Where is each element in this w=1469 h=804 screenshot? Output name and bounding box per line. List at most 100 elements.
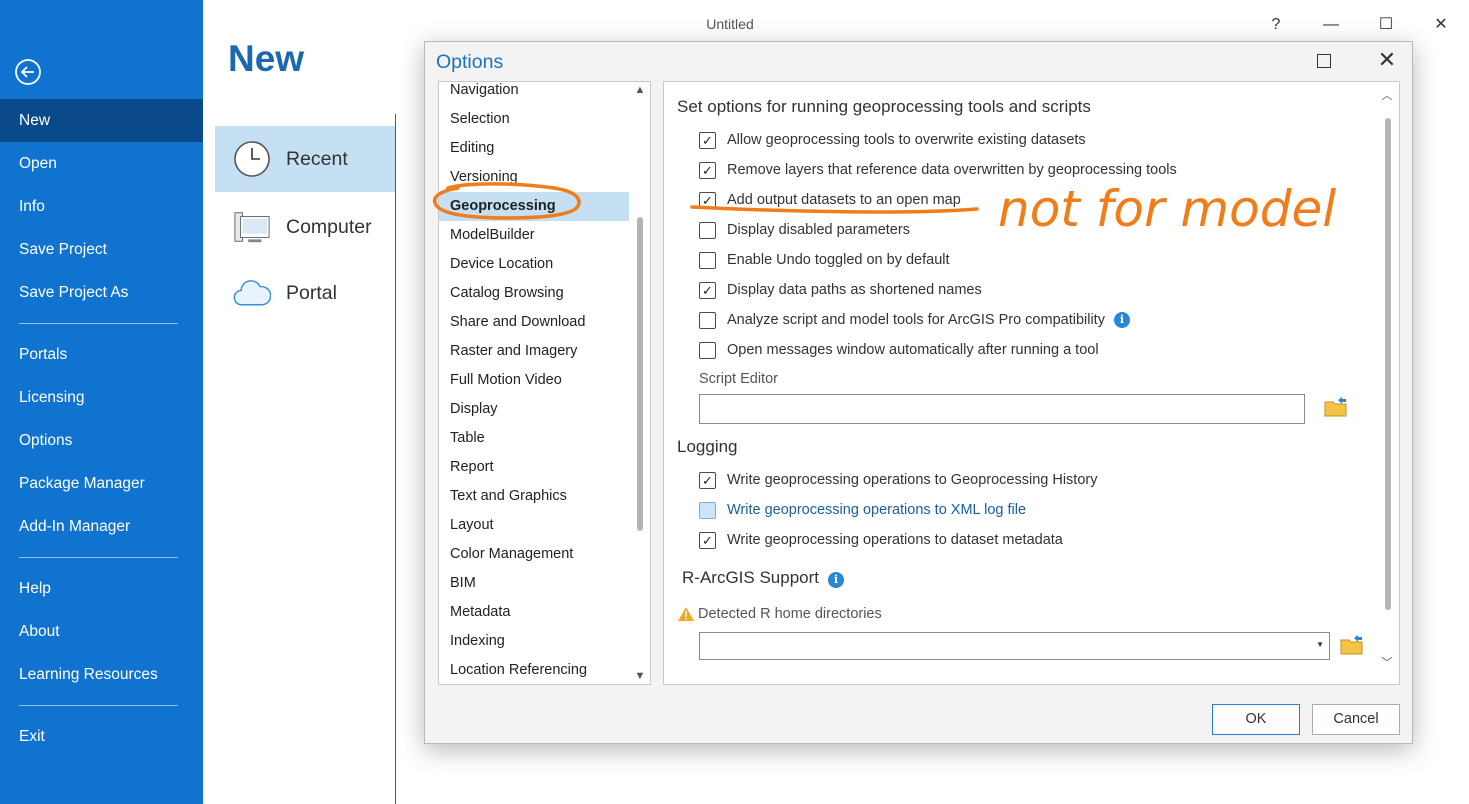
detected-r-row: Detected R home directories bbox=[677, 606, 882, 622]
category-location-referencing[interactable]: Location Referencing bbox=[439, 656, 629, 684]
checkbox[interactable]: ✓ bbox=[699, 531, 716, 549]
minimize-icon[interactable]: — bbox=[1317, 12, 1345, 38]
ok-button[interactable]: OK bbox=[1212, 704, 1300, 735]
category-layout[interactable]: Layout bbox=[439, 511, 629, 540]
sidebar-item-learning-resources[interactable]: Learning Resources bbox=[0, 653, 203, 696]
option-label: Analyze script and model tools for ArcGI… bbox=[727, 312, 1105, 328]
sidebar-item-options[interactable]: Options bbox=[0, 419, 203, 462]
option-row[interactable]: ✓ Display data paths as shortened names bbox=[699, 279, 982, 301]
checkbox[interactable]: ✓ bbox=[699, 131, 716, 149]
maximize-icon[interactable]: ☐ bbox=[1372, 12, 1400, 38]
category-metadata[interactable]: Metadata bbox=[439, 598, 629, 627]
options-dialog: Options ✕ Navigation Selection Editing Vers… bbox=[424, 41, 1413, 744]
category-raster-and-imagery[interactable]: Raster and Imagery bbox=[439, 337, 629, 366]
scroll-up-icon[interactable]: ▲ bbox=[630, 84, 650, 96]
sidebar-item-about[interactable]: About bbox=[0, 610, 203, 653]
checkbox[interactable]: ✓ bbox=[699, 281, 716, 299]
sidebar-item-new[interactable]: New bbox=[0, 99, 203, 142]
new-computer[interactable]: Computer bbox=[215, 194, 395, 260]
checkbox[interactable] bbox=[699, 251, 716, 269]
option-row[interactable]: Enable Undo toggled on by default bbox=[699, 249, 950, 271]
back-arrow-icon[interactable] bbox=[14, 58, 42, 86]
scroll-down-icon[interactable]: ▼ bbox=[630, 670, 650, 682]
checkbox[interactable]: ✓ bbox=[699, 191, 716, 209]
close-icon[interactable]: ✕ bbox=[1427, 12, 1455, 38]
category-editing[interactable]: Editing bbox=[439, 134, 629, 163]
category-share-and-download[interactable]: Share and Download bbox=[439, 308, 629, 337]
option-row[interactable]: ✓ Write geoprocessing operations to Geopr… bbox=[699, 469, 1097, 491]
new-recent-label: Recent bbox=[286, 147, 348, 170]
logging-heading: Logging bbox=[677, 437, 738, 456]
option-row[interactable]: Display disabled parameters bbox=[699, 219, 910, 241]
script-editor-input[interactable] bbox=[699, 394, 1305, 424]
category-text-and-graphics[interactable]: Text and Graphics bbox=[439, 482, 629, 511]
option-row[interactable]: ✓ Allow geoprocessing tools to overwrite … bbox=[699, 129, 1086, 151]
sidebar-divider bbox=[19, 557, 178, 558]
sidebar-item-licensing[interactable]: Licensing bbox=[0, 376, 203, 419]
option-label: Write geoprocessing operations to datase… bbox=[727, 532, 1063, 548]
settings-scrollbar[interactable]: ︿ ﹀ bbox=[1377, 82, 1399, 684]
r-support-heading-text: R-ArcGIS Support bbox=[682, 568, 819, 587]
dialog-title: Options bbox=[436, 51, 504, 73]
dialog-maximize-icon[interactable] bbox=[1317, 54, 1331, 68]
clock-icon bbox=[233, 140, 271, 178]
option-row[interactable]: ✓ Write geoprocessing operations to datas… bbox=[699, 529, 1063, 551]
info-icon[interactable]: i bbox=[828, 572, 844, 588]
option-label: Add output datasets to an open map bbox=[727, 192, 961, 208]
option-label: Open messages window automatically after… bbox=[727, 342, 1099, 358]
category-scrollbar[interactable]: ▲ ▼ bbox=[630, 82, 650, 684]
sidebar-item-add-in-manager[interactable]: Add-In Manager bbox=[0, 505, 203, 548]
sidebar-item-exit[interactable]: Exit bbox=[0, 715, 203, 758]
sidebar-item-info[interactable]: Info bbox=[0, 185, 203, 228]
category-catalog-browsing[interactable]: Catalog Browsing bbox=[439, 279, 629, 308]
category-color-management[interactable]: Color Management bbox=[439, 540, 629, 569]
category-display[interactable]: Display bbox=[439, 395, 629, 424]
sidebar-item-portals[interactable]: Portals bbox=[0, 333, 203, 376]
checkbox[interactable] bbox=[699, 311, 716, 329]
scroll-up-icon[interactable]: ︿ bbox=[1377, 87, 1397, 103]
scroll-thumb[interactable] bbox=[637, 217, 643, 531]
category-device-location[interactable]: Device Location bbox=[439, 250, 629, 279]
info-icon[interactable]: i bbox=[1113, 312, 1130, 328]
option-row[interactable]: Open messages window automatically after… bbox=[699, 339, 1099, 361]
checkbox[interactable] bbox=[699, 501, 716, 519]
sidebar-item-package-manager[interactable]: Package Manager bbox=[0, 462, 203, 505]
sidebar-item-help[interactable]: Help bbox=[0, 567, 203, 610]
category-table[interactable]: Table bbox=[439, 424, 629, 453]
new-portal[interactable]: Portal bbox=[215, 260, 395, 326]
sidebar-item-save-project[interactable]: Save Project bbox=[0, 228, 203, 271]
help-icon[interactable]: ? bbox=[1262, 12, 1290, 38]
option-row[interactable]: Write geoprocessing operations to XML lo… bbox=[699, 499, 1026, 521]
scroll-thumb[interactable] bbox=[1385, 118, 1391, 610]
folder-open-icon[interactable] bbox=[1340, 634, 1364, 656]
category-navigation[interactable]: Navigation bbox=[439, 82, 629, 105]
sidebar-item-save-project-as[interactable]: Save Project As bbox=[0, 271, 203, 314]
option-row[interactable]: Analyze script and model tools for ArcGI… bbox=[699, 309, 1130, 331]
checkbox[interactable]: ✓ bbox=[699, 471, 716, 489]
category-modelbuilder[interactable]: ModelBuilder bbox=[439, 221, 629, 250]
sidebar-divider bbox=[19, 705, 178, 706]
category-selection[interactable]: Selection bbox=[439, 105, 629, 134]
r-home-dropdown[interactable]: ▼ bbox=[699, 632, 1330, 660]
option-label: Remove layers that reference data overwr… bbox=[727, 162, 1177, 178]
category-list: Navigation Selection Editing Versioning Geop… bbox=[438, 81, 651, 685]
chevron-down-icon: ▼ bbox=[1316, 640, 1324, 649]
category-indexing[interactable]: Indexing bbox=[439, 627, 629, 656]
category-versioning[interactable]: Versioning bbox=[439, 163, 629, 192]
cancel-button[interactable]: Cancel bbox=[1312, 704, 1400, 735]
folder-open-icon[interactable] bbox=[1324, 396, 1348, 418]
sidebar-item-open[interactable]: Open bbox=[0, 142, 203, 185]
category-geoprocessing[interactable]: Geoprocessing bbox=[439, 192, 629, 221]
category-bim[interactable]: BIM bbox=[439, 569, 629, 598]
checkbox[interactable]: ✓ bbox=[699, 161, 716, 179]
category-full-motion-video[interactable]: Full Motion Video bbox=[439, 366, 629, 395]
option-row[interactable]: ✓ Add output datasets to an open map bbox=[699, 189, 961, 211]
new-recent[interactable]: Recent bbox=[215, 126, 395, 192]
checkbox[interactable] bbox=[699, 221, 716, 239]
scroll-down-icon[interactable]: ﹀ bbox=[1377, 654, 1397, 670]
checkbox[interactable] bbox=[699, 341, 716, 359]
option-row[interactable]: ✓ Remove layers that reference data overw… bbox=[699, 159, 1177, 181]
dialog-close-icon[interactable]: ✕ bbox=[1375, 48, 1399, 72]
r-support-heading: R-ArcGIS Support i bbox=[682, 568, 844, 588]
category-report[interactable]: Report bbox=[439, 453, 629, 482]
